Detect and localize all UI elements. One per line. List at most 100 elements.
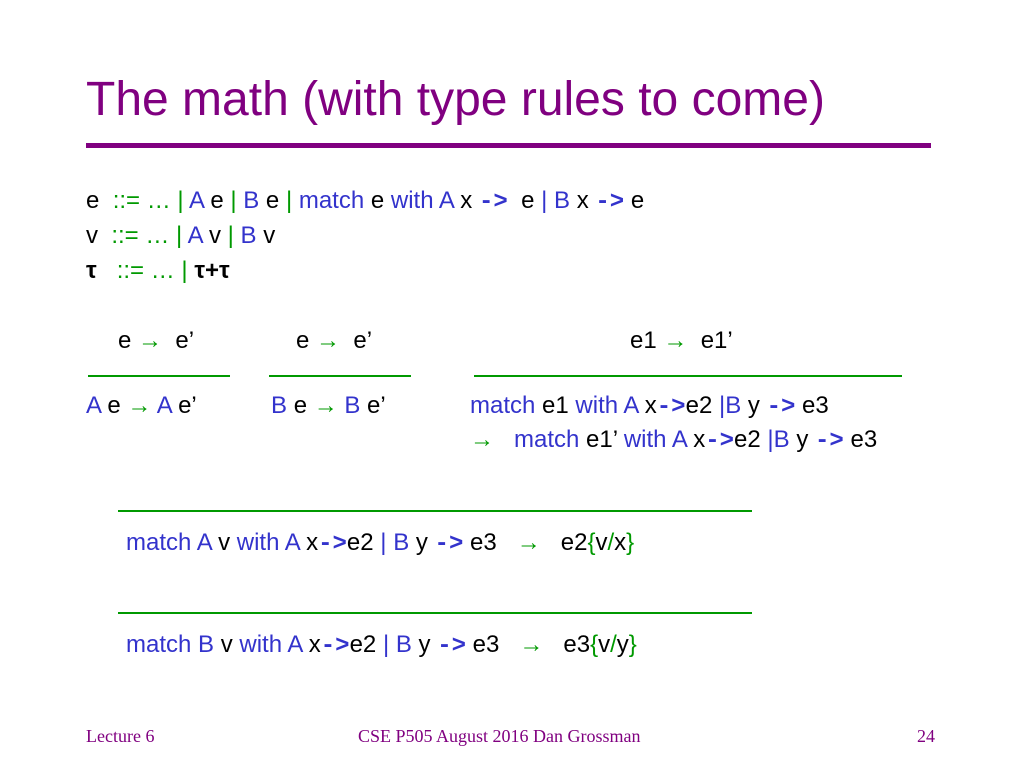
formula-token: x — [460, 187, 479, 214]
formula-token: v — [86, 222, 112, 249]
rule-b-premise: e → e’ — [296, 326, 372, 356]
formula-token: B — [271, 392, 294, 419]
footer-course: CSE P505 August 2016 Dan Grossman — [358, 726, 641, 746]
rule-match-a-inference-line — [118, 510, 752, 512]
formula-token: e — [370, 187, 391, 214]
formula-token: e — [507, 187, 542, 214]
formula-token: e3 — [795, 392, 829, 419]
formula-token: → — [127, 392, 152, 419]
formula-token: → — [313, 392, 338, 419]
formula-token: e — [107, 392, 128, 419]
slide-title: The math (with type rules to come) — [86, 73, 825, 126]
formula-token: v — [595, 529, 608, 556]
formula-token: B — [240, 222, 264, 249]
formula-token: match B — [126, 631, 221, 658]
formula-token: y — [418, 631, 438, 658]
formula-token: e3 — [543, 631, 591, 658]
formula-token: ::= … — [111, 222, 177, 249]
formula-token: with A — [623, 426, 694, 453]
title-underline — [86, 143, 931, 148]
formula-token: | — [230, 187, 244, 214]
formula-token: e’ — [340, 327, 373, 354]
formula-token: e’ — [178, 392, 197, 419]
formula-token: with A — [239, 631, 309, 658]
formula-token: e3 — [463, 529, 517, 556]
formula-token: -> — [434, 531, 464, 558]
rule-match-premise: e1 → e1’ — [630, 326, 733, 356]
formula-token: -> — [595, 189, 625, 216]
formula-token: e1 — [542, 392, 576, 419]
rule-match-conclusion-line2: → match e1’ with A x->e2 |B y -> e3 — [470, 425, 877, 457]
formula-token: → — [516, 529, 541, 556]
footer-page-number: 24 — [917, 726, 935, 746]
formula-token: { — [590, 631, 599, 658]
formula-token: match — [470, 392, 543, 419]
formula-token: ::= … — [112, 187, 178, 214]
formula-token: -> — [320, 633, 350, 660]
formula-token: -> — [437, 633, 466, 660]
formula-token: e — [265, 187, 286, 214]
footer-lecture: Lecture 6 — [86, 726, 155, 746]
formula-token: e3 — [843, 426, 878, 453]
formula-token: / — [610, 631, 617, 658]
formula-token: |B — [718, 392, 748, 419]
rule-a-premise: e → e’ — [118, 326, 194, 356]
formula-token: A — [86, 392, 108, 419]
formula-token: e — [86, 187, 113, 214]
formula-token: -> — [318, 531, 347, 558]
formula-token: x — [644, 392, 657, 419]
formula-token: | — [176, 222, 188, 249]
formula-token: B — [243, 187, 266, 214]
formula-token: → — [316, 327, 341, 354]
formula-token: | B — [382, 631, 419, 658]
rule-match-b-inference-line — [118, 612, 752, 614]
formula-token: B — [554, 187, 577, 214]
formula-token: e1 — [630, 327, 664, 354]
formula-token: x — [306, 529, 319, 556]
formula-token: A — [187, 222, 209, 249]
formula-token: e1’ — [586, 426, 624, 453]
formula-token: v — [208, 222, 228, 249]
formula-token: x — [308, 631, 321, 658]
formula-token: → — [519, 631, 544, 658]
formula-token: match — [494, 426, 587, 453]
rule-match-b-conclusion: match B v with A x->e2 | B y -> e3 → e3{… — [126, 630, 637, 662]
rule-match-conclusion-line1: match e1 with A x->e2 |B y -> e3 — [470, 391, 829, 423]
formula-token: e — [118, 327, 139, 354]
formula-token: e3 — [466, 631, 520, 658]
formula-token: -> — [766, 394, 796, 421]
grammar-types: τ ::= … | τ+τ — [86, 256, 230, 286]
formula-token: -> — [815, 428, 844, 455]
formula-token: → — [470, 426, 494, 453]
formula-token: → — [663, 327, 688, 354]
formula-token: y — [747, 392, 767, 419]
formula-token: -> — [656, 394, 686, 421]
formula-token: A — [151, 392, 179, 419]
formula-token: y — [796, 426, 815, 453]
rule-a-conclusion: A e → A e’ — [86, 391, 197, 421]
rule-b-conclusion: B e → B e’ — [271, 391, 386, 421]
grammar-expressions: e ::= … | A e | B e | match e with A x -… — [86, 186, 644, 218]
formula-token: e — [624, 187, 645, 214]
formula-token: -> — [478, 189, 508, 216]
formula-token: e’ — [367, 392, 386, 419]
formula-token: τ — [86, 257, 117, 284]
formula-token: v — [598, 631, 611, 658]
formula-token: e2 — [685, 392, 719, 419]
formula-token: e — [210, 187, 231, 214]
formula-token: e2 — [346, 529, 381, 556]
formula-token: | — [177, 187, 189, 214]
formula-token: B — [337, 392, 368, 419]
formula-token: e2 — [734, 426, 768, 453]
formula-token: match A — [126, 529, 219, 556]
formula-token: } — [626, 529, 635, 556]
formula-token: e — [293, 392, 314, 419]
formula-token: x — [576, 187, 596, 214]
formula-token: |B — [767, 426, 797, 453]
rule-b-inference-line — [269, 375, 411, 377]
formula-token: | — [227, 222, 241, 249]
formula-token: y — [415, 529, 435, 556]
formula-token: τ+τ — [194, 257, 230, 284]
formula-token: v — [218, 529, 237, 556]
formula-token: v — [263, 222, 276, 249]
